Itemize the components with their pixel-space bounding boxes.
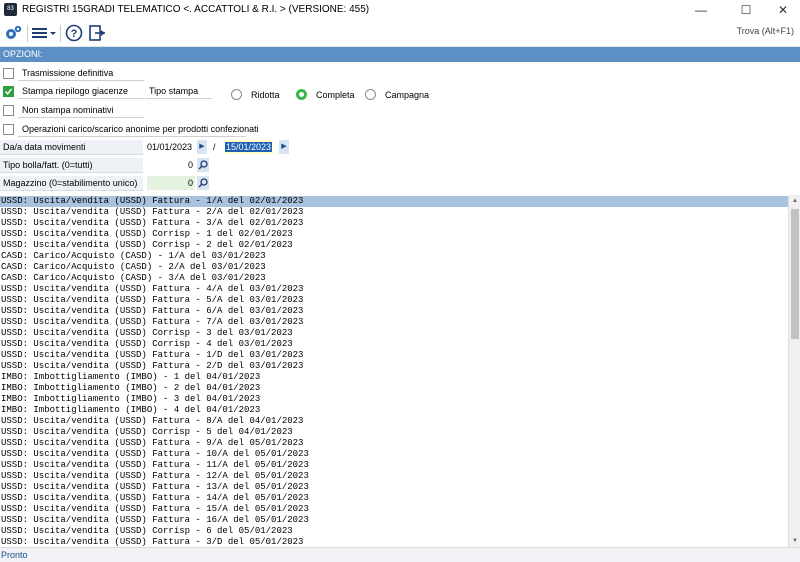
minimize-icon[interactable]: — — [686, 0, 716, 20]
exit-icon[interactable] — [87, 23, 107, 43]
label-date-range: Da/a data movimenti — [0, 140, 143, 155]
list-item[interactable]: USSD: Uscita/vendita (USSD) Fattura - 2/… — [0, 361, 788, 372]
label-tipo-bolla: Tipo bolla/fatt. (0=tutti) — [0, 158, 143, 173]
label-trasmissione-definitiva: Trasmissione definitiva — [18, 66, 144, 81]
list-item[interactable]: USSD: Uscita/vendita (USSD) Corrisp - 4 … — [0, 339, 788, 350]
tipo-bolla-input[interactable]: 0 — [147, 158, 195, 172]
list-item[interactable]: USSD: Uscita/vendita (USSD) Fattura - 15… — [0, 504, 788, 515]
list-item[interactable]: USSD: Uscita/vendita (USSD) Fattura - 14… — [0, 493, 788, 504]
checkbox-non-stampa-nominativi[interactable] — [3, 105, 14, 116]
list-item[interactable]: USSD: Uscita/vendita (USSD) Fattura - 10… — [0, 449, 788, 460]
list-item[interactable]: IMBO: Imbottigliamento (IMBO) - 2 del 04… — [0, 383, 788, 394]
label-operazioni-anonime: Operazioni carico/scarico anonime per pr… — [18, 122, 259, 137]
list-item[interactable]: USSD: Uscita/vendita (USSD) Fattura - 1/… — [0, 350, 788, 361]
list-item[interactable]: USSD: Uscita/vendita (USSD) Fattura - 6/… — [0, 306, 788, 317]
title-bar: 83 REGISTRI 15GRADI TELEMATICO <. ACCATT… — [0, 0, 800, 20]
close-icon[interactable]: ✕ — [768, 0, 798, 20]
radio-completa[interactable] — [296, 89, 307, 100]
list-item[interactable]: USSD: Uscita/vendita (USSD) Fattura - 7/… — [0, 317, 788, 328]
status-bar: Pronto — [0, 547, 800, 562]
toolbar-separator — [27, 25, 28, 42]
list-item[interactable]: USSD: Uscita/vendita (USSD) Fattura - 11… — [0, 460, 788, 471]
list-item[interactable]: USSD: Uscita/vendita (USSD) Corrisp - 5 … — [0, 427, 788, 438]
date-from-input[interactable]: 01/01/2023 — [147, 140, 195, 154]
list-item[interactable]: IMBO: Imbottigliamento (IMBO) - 1 del 04… — [0, 372, 788, 383]
list-item[interactable]: USSD: Uscita/vendita (USSD) Corrisp - 3 … — [0, 328, 788, 339]
date-separator: / — [213, 142, 216, 152]
search-icon[interactable] — [197, 158, 209, 172]
app-icon: 83 — [4, 3, 17, 16]
magazzino-input[interactable]: 0 — [147, 176, 195, 190]
list-item[interactable]: USSD: Uscita/vendita (USSD) Fattura - 1/… — [0, 196, 788, 207]
radio-ridotta[interactable] — [231, 89, 242, 100]
svg-text:?: ? — [71, 28, 78, 40]
list-item[interactable]: CASD: Carico/Acquisto (CASD) - 3/A del 0… — [0, 273, 788, 284]
scrollbar-thumb[interactable] — [791, 209, 799, 339]
scroll-down-icon[interactable]: ▼ — [789, 535, 800, 547]
list-item[interactable]: CASD: Carico/Acquisto (CASD) - 2/A del 0… — [0, 262, 788, 273]
check-icon — [4, 88, 13, 95]
label-tipo-stampa: Tipo stampa — [145, 84, 212, 99]
list-item[interactable]: USSD: Uscita/vendita (USSD) Fattura - 4/… — [0, 284, 788, 295]
list-item[interactable]: USSD: Uscita/vendita (USSD) Fattura - 3/… — [0, 218, 788, 229]
label-magazzino: Magazzino (0=stabilimento unico) — [0, 176, 143, 191]
list-item[interactable]: USSD: Uscita/vendita (USSD) Fattura - 3/… — [0, 537, 788, 547]
list-item[interactable]: USSD: Uscita/vendita (USSD) Corrisp - 1 … — [0, 229, 788, 240]
checkbox-stampa-riepilogo[interactable] — [3, 86, 14, 97]
list-item[interactable]: USSD: Uscita/vendita (USSD) Fattura - 13… — [0, 482, 788, 493]
list-item[interactable]: USSD: Uscita/vendita (USSD) Corrisp - 6 … — [0, 526, 788, 537]
list-item[interactable]: USSD: Uscita/vendita (USSD) Fattura - 2/… — [0, 207, 788, 218]
list-item[interactable]: USSD: Uscita/vendita (USSD) Fattura - 9/… — [0, 438, 788, 449]
date-from-arrow-icon[interactable]: ▶ — [197, 140, 207, 154]
list-item[interactable]: USSD: Uscita/vendita (USSD) Fattura - 8/… — [0, 416, 788, 427]
label-stampa-riepilogo: Stampa riepilogo giacenze — [18, 84, 144, 99]
search-icon[interactable] — [197, 176, 209, 190]
find-button[interactable]: Trova (Alt+F1) — [737, 26, 794, 36]
label-non-stampa-nominativi: Non stampa nominativi — [18, 103, 144, 118]
radio-completa-label: Completa — [316, 90, 355, 100]
list-item[interactable]: USSD: Uscita/vendita (USSD) Corrisp - 2 … — [0, 240, 788, 251]
list-item[interactable]: USSD: Uscita/vendita (USSD) Fattura - 16… — [0, 515, 788, 526]
scroll-up-icon[interactable]: ▲ — [789, 195, 800, 207]
list-item[interactable]: IMBO: Imbottigliamento (IMBO) - 4 del 04… — [0, 405, 788, 416]
checkbox-trasmissione-definitiva[interactable] — [3, 68, 14, 79]
help-icon[interactable]: ? — [64, 23, 84, 43]
list-item[interactable]: IMBO: Imbottigliamento (IMBO) - 3 del 04… — [0, 394, 788, 405]
radio-campagna[interactable] — [365, 89, 376, 100]
radio-campagna-label: Campagna — [385, 90, 430, 100]
date-to-arrow-icon[interactable]: ▶ — [279, 140, 289, 154]
radio-ridotta-label: Ridotta — [251, 90, 280, 100]
gear-icon[interactable] — [3, 23, 23, 43]
list-item[interactable]: CASD: Carico/Acquisto (CASD) - 1/A del 0… — [0, 251, 788, 262]
date-to-value: 15/01/2023 — [225, 142, 273, 152]
menu-icon[interactable] — [31, 23, 57, 43]
list-item[interactable]: USSD: Uscita/vendita (USSD) Fattura - 5/… — [0, 295, 788, 306]
toolbar: ? Trova (Alt+F1) — [0, 20, 800, 47]
document-list[interactable]: USSD: Uscita/vendita (USSD) Fattura - 1/… — [0, 195, 788, 547]
maximize-icon[interactable]: ☐ — [731, 0, 761, 20]
toolbar-separator — [60, 25, 61, 42]
list-item[interactable]: USSD: Uscita/vendita (USSD) Fattura - 12… — [0, 471, 788, 482]
checkbox-operazioni-anonime[interactable] — [3, 124, 14, 135]
window-title: REGISTRI 15GRADI TELEMATICO <. ACCATTOLI… — [22, 4, 370, 15]
section-header: OPZIONI: — [0, 47, 800, 62]
date-to-input[interactable]: 15/01/2023 — [225, 140, 273, 154]
vertical-scrollbar[interactable]: ▲ ▼ — [788, 195, 800, 547]
